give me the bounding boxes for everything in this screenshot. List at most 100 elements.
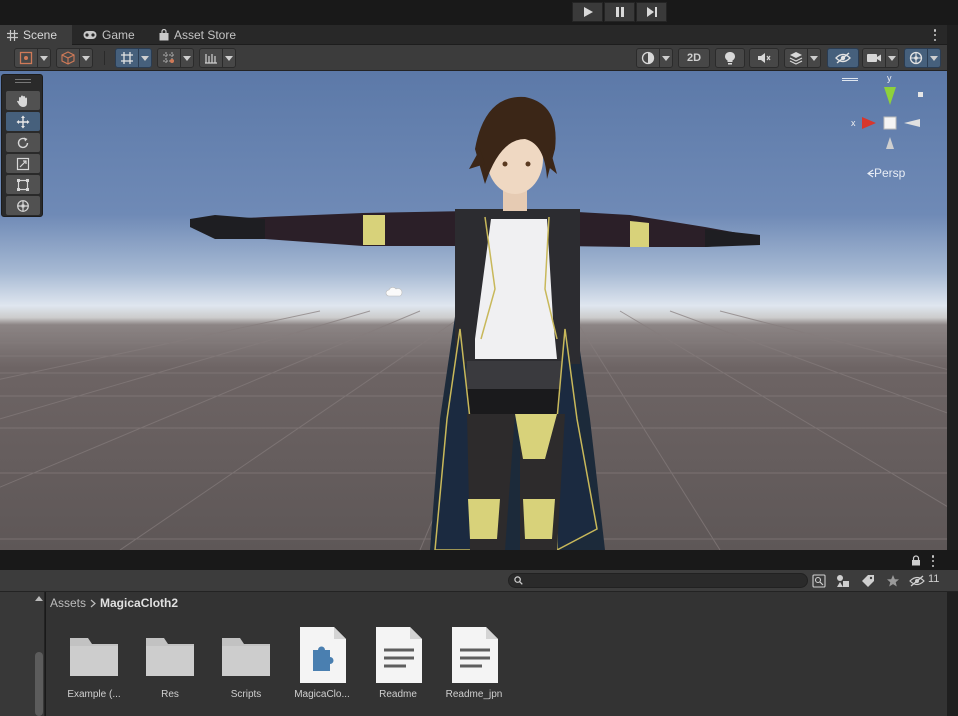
tab-label: Game (102, 28, 135, 42)
increment-snap-button[interactable] (157, 48, 181, 68)
gizmo-drag-handle[interactable] (842, 78, 858, 81)
breadcrumb-assets[interactable]: Assets (50, 596, 86, 610)
asset-item[interactable]: Scripts (203, 626, 279, 706)
scene-camera-button[interactable] (862, 48, 886, 68)
tool-handle-position-button[interactable] (14, 48, 38, 68)
favorites-button[interactable] (884, 573, 902, 589)
tab-menu-kebab-icon[interactable] (933, 29, 937, 41)
scene-viewport[interactable]: y x (0, 71, 947, 550)
gizmo-x-label: x (851, 118, 856, 128)
play-icon (583, 7, 593, 17)
asset-label: MagicaClo... (294, 689, 350, 700)
lighting-toggle-button[interactable] (715, 48, 745, 68)
search-input[interactable] (527, 574, 797, 587)
layers-icon (789, 52, 803, 65)
pivot-icon (19, 51, 33, 65)
transform-icon (17, 199, 29, 212)
search-by-type-button[interactable] (810, 573, 828, 589)
project-search[interactable] (508, 573, 808, 588)
tool-handle-rotation-button[interactable] (56, 48, 80, 68)
grid-snap-button[interactable] (115, 48, 139, 68)
window-edge (947, 25, 958, 550)
transform-tool[interactable] (6, 196, 40, 215)
tool-palette-grip[interactable] (15, 79, 31, 83)
effects-dropdown[interactable] (807, 48, 821, 68)
unity-editor: { "tabs": [ {"label": "Scene", "icon": "… (0, 0, 958, 716)
character-model[interactable] (185, 89, 765, 550)
step-button[interactable] (636, 2, 667, 22)
tool-palette (1, 74, 43, 217)
lock-icon[interactable] (911, 555, 921, 566)
snap-settings-dropdown[interactable] (222, 48, 236, 68)
play-button[interactable] (572, 2, 603, 22)
tab-game[interactable]: Game (76, 25, 146, 45)
asset-item[interactable]: Res (127, 626, 203, 706)
gizmos-button[interactable] (904, 48, 928, 68)
chevron-right-icon (90, 599, 96, 608)
rect-tool[interactable] (6, 175, 40, 194)
sphere-icon (641, 51, 655, 65)
tab-label: Scene (23, 28, 58, 42)
asset-item[interactable]: Readme (355, 626, 431, 706)
rotate-icon (17, 137, 29, 148)
shading-mode-button[interactable] (636, 48, 660, 68)
gizmo-center-cube[interactable] (883, 116, 897, 130)
z-axis-box[interactable] (918, 92, 923, 97)
project-menu-kebab-icon[interactable] (931, 555, 935, 567)
scrollbar-thumb[interactable] (35, 652, 43, 716)
rotate-tool[interactable] (6, 133, 40, 152)
tab-scene[interactable]: Scene (0, 25, 72, 45)
scale-tool[interactable] (6, 154, 40, 173)
projection-label: Persp (874, 166, 906, 180)
asset-item[interactable]: Example (... (51, 626, 127, 706)
increment-snap-dropdown[interactable] (180, 48, 194, 68)
filter-by-type-button[interactable] (834, 573, 852, 589)
document-icon (376, 627, 422, 683)
project-window-header (0, 550, 958, 570)
breadcrumb-magicacloth2[interactable]: MagicaCloth2 (100, 596, 178, 610)
puzzle-icon (300, 627, 346, 683)
grid-snap-dropdown[interactable] (138, 48, 152, 68)
scene-camera-dropdown[interactable] (885, 48, 899, 68)
lightbulb-icon (725, 51, 735, 65)
hidden-packages-button[interactable] (908, 573, 926, 589)
snap-settings-button[interactable] (199, 48, 223, 68)
move-tool[interactable] (6, 112, 40, 131)
tab-asset-store[interactable]: Asset Store (152, 25, 252, 45)
audio-toggle-button[interactable] (749, 48, 779, 68)
neg-y-axis-cone[interactable] (886, 137, 894, 149)
filter-by-label-button[interactable] (859, 573, 877, 589)
view-2d-label: 2D (686, 52, 702, 64)
effects-button[interactable] (784, 48, 808, 68)
asset-item[interactable]: Readme_jpn (431, 626, 507, 706)
x-axis-cone[interactable] (862, 117, 876, 129)
project-right-edge (947, 592, 958, 716)
view-tool[interactable] (6, 91, 40, 110)
gizmos-dropdown[interactable] (927, 48, 941, 68)
asset-label: Res (161, 689, 179, 700)
folder-icon (146, 638, 194, 676)
view-2d-button[interactable]: 2D (678, 48, 710, 68)
shading-mode-dropdown[interactable] (659, 48, 673, 68)
folder-tree-scrollbar[interactable] (34, 600, 44, 716)
grid-icon (7, 29, 18, 41)
asset-label: Readme (379, 689, 417, 700)
tab-label: Asset Store (174, 28, 237, 42)
asset-item[interactable]: MagicaClo... (279, 626, 355, 706)
audio-mute-icon (758, 53, 771, 63)
pause-icon (615, 7, 624, 17)
asset-label: Readme_jpn (445, 689, 503, 700)
pause-button[interactable] (604, 2, 635, 22)
folder-icon (70, 638, 118, 676)
y-axis-cone[interactable] (884, 87, 896, 105)
asset-label: Example (... (67, 689, 121, 700)
neg-x-axis-cone[interactable] (904, 119, 920, 127)
tool-handle-position-dropdown[interactable] (37, 48, 51, 68)
tool-handle-rotation-dropdown[interactable] (79, 48, 93, 68)
scene-visibility-button[interactable] (827, 48, 859, 68)
shapes-icon (837, 575, 849, 587)
orientation-gizmo[interactable] (850, 83, 930, 151)
asset-label: Scripts (230, 689, 262, 700)
ruler-icon (205, 54, 217, 64)
projection-toggle[interactable]: Persp (866, 166, 905, 180)
